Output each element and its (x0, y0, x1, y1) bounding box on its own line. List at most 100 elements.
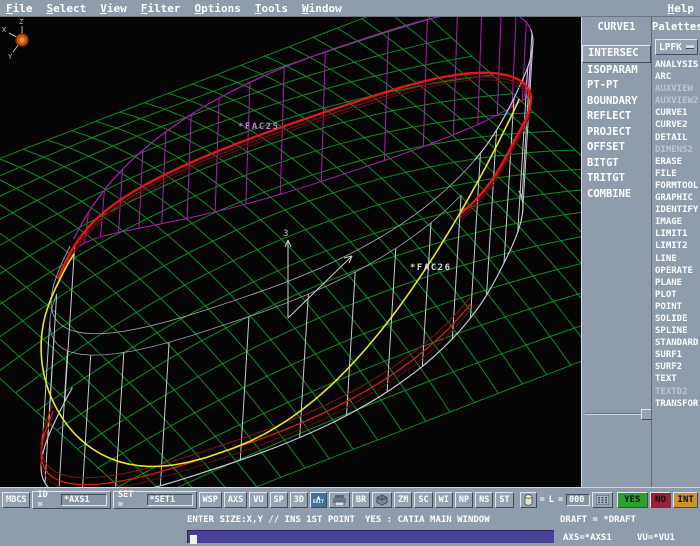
exit-label: EXIT (313, 500, 324, 505)
menu-bar: File Select View Filter Options Tools Window H… (0, 0, 700, 17)
no-button[interactable]: NO (650, 492, 672, 508)
3d-button[interactable]: 3D (290, 492, 308, 508)
palette-textd2[interactable]: TEXTD2 (652, 386, 700, 398)
bottom-toolbar: MBCS ID = *AXS1 SET = *SET1 WSP AXS VU S… (0, 487, 700, 512)
palette-selector-value: LPFK (659, 42, 682, 53)
palette-limit1[interactable]: LIMIT1 (652, 228, 700, 240)
palette-plane[interactable]: PLANE (652, 277, 700, 289)
function-offset[interactable]: OFFSET (582, 140, 651, 156)
function-reflect[interactable]: REFLECT (582, 109, 651, 125)
mbcs-button[interactable]: MBCS (2, 492, 30, 508)
function-bitgt[interactable]: BITGT (582, 156, 651, 172)
l-eq-label: = (557, 495, 564, 505)
set-field[interactable]: *SET1 (147, 494, 193, 506)
function-tritgt[interactable]: TRITGT (582, 171, 651, 187)
palette-arc[interactable]: ARC (652, 71, 700, 83)
menu-view[interactable]: View (100, 2, 127, 15)
palette-detail[interactable]: DETAIL (652, 132, 700, 144)
viewport-3d[interactable]: 3ZXY *FAC25 *FAC26 (0, 17, 581, 487)
st-button[interactable]: ST (495, 492, 513, 508)
menu-help[interactable]: Help (668, 2, 695, 15)
face-label-fac25[interactable]: *FAC25 (238, 122, 280, 132)
menu-items: File Select View Filter Options Tools Window (6, 2, 342, 15)
l-label: L (548, 495, 555, 505)
print-button[interactable] (329, 492, 350, 508)
panel-sash[interactable] (585, 413, 641, 415)
window-label: YES : CATIA MAIN WINDOW (365, 515, 490, 525)
palette-solide[interactable]: SOLIDE (652, 313, 700, 325)
layer-eq-label: = (539, 495, 546, 505)
menu-tools[interactable]: Tools (255, 2, 288, 15)
palette-auxview[interactable]: AUXVIEW (652, 83, 700, 95)
br-button[interactable]: BR (352, 492, 370, 508)
palette-plot[interactable]: PLOT (652, 289, 700, 301)
palette-analysis[interactable]: ANALYSIS (652, 59, 700, 71)
id-label: ID = (36, 490, 58, 510)
menu-options[interactable]: Options (195, 2, 241, 15)
cylinder-icon (524, 494, 533, 506)
iso-view-button[interactable] (372, 492, 392, 508)
option-menu-dash-icon (686, 45, 694, 49)
exit-button[interactable]: ▲ EXIT (310, 492, 327, 508)
palette-spline[interactable]: SPLINE (652, 325, 700, 337)
function-panel-title: CURVE1 (582, 21, 651, 33)
layer-value-field[interactable]: 000 (566, 494, 590, 506)
palette-file[interactable]: FILE (652, 168, 700, 180)
wsp-button[interactable]: WSP (199, 492, 222, 508)
palette-standard[interactable]: STANDARD (652, 337, 700, 349)
function-combine[interactable]: COMBINE (582, 187, 651, 203)
text-cursor (190, 535, 197, 544)
sp-button[interactable]: SP (270, 492, 288, 508)
menu-filter[interactable]: Filter (141, 2, 181, 15)
menu-select[interactable]: Select (47, 2, 87, 15)
menu-window[interactable]: Window (302, 2, 342, 15)
palette-curve2[interactable]: CURVE2 (652, 119, 700, 131)
np-button[interactable]: NP (455, 492, 473, 508)
ns-button[interactable]: NS (475, 492, 493, 508)
yes-button[interactable]: YES (617, 492, 648, 508)
palette-point[interactable]: POINT (652, 301, 700, 313)
int-button[interactable]: INT (673, 492, 698, 508)
menu-file[interactable]: File (6, 2, 33, 15)
palette-auxview2[interactable]: AUXVIEW2 (652, 95, 700, 107)
set-group: SET = *SET1 (113, 491, 197, 509)
palette-limit2[interactable]: LIMIT2 (652, 240, 700, 252)
function-pt-pt[interactable]: PT-PT (582, 78, 651, 94)
palette-text[interactable]: TEXT (652, 373, 700, 385)
palette-erase[interactable]: ERASE (652, 156, 700, 168)
sc-button[interactable]: SC (414, 492, 432, 508)
palette-transfor[interactable]: TRANSFOR (652, 398, 700, 410)
axs-button[interactable]: AXS (224, 492, 247, 508)
wi-button[interactable]: WI (435, 492, 453, 508)
palette-identify[interactable]: IDENTIFY (652, 204, 700, 216)
palette-formtool[interactable]: FORMTOOL (652, 180, 700, 192)
axis-3-label: 3 (283, 229, 288, 239)
side-panel: CURVE1 INTERSECISOPARAMPT-PTBOUNDARYREFL… (581, 17, 700, 487)
palette-operate[interactable]: OPERATE (652, 265, 700, 277)
palette-selector-dropdown[interactable]: LPFK (655, 39, 698, 55)
keypad-button[interactable] (592, 492, 613, 508)
function-panel: CURVE1 INTERSECISOPARAMPT-PTBOUNDARYREFL… (582, 17, 651, 487)
face-label-fac26[interactable]: *FAC26 (410, 263, 452, 273)
palette-image[interactable]: IMAGE (652, 216, 700, 228)
palette-surf1[interactable]: SURF1 (652, 349, 700, 361)
zm-button[interactable]: ZM (394, 492, 412, 508)
function-isoparam[interactable]: ISOPARAM (582, 63, 651, 79)
palette-curve1[interactable]: CURVE1 (652, 107, 700, 119)
menu-help: Help (668, 2, 695, 15)
function-intersec[interactable]: INTERSEC (582, 45, 651, 63)
catia-window: File Select View Filter Options Tools Window H… (0, 0, 700, 546)
command-input[interactable] (187, 530, 554, 543)
palette-line[interactable]: LINE (652, 253, 700, 265)
layer-button[interactable] (520, 492, 537, 508)
palette-graphic[interactable]: GRAPHIC (652, 192, 700, 204)
vu-button[interactable]: VU (249, 492, 267, 508)
input-row: AXS=*AXS1 VU=*VU1 (0, 529, 700, 546)
palettes-panel: Palettes: LPFK ANALYSISARCAUXVIEWAUXVIEW… (651, 17, 700, 487)
cube-icon (376, 494, 388, 506)
palette-dimens2[interactable]: DIMENS2 (652, 144, 700, 156)
id-field[interactable]: *AXS1 (61, 494, 107, 506)
palette-surf2[interactable]: SURF2 (652, 361, 700, 373)
function-boundary[interactable]: BOUNDARY (582, 94, 651, 110)
function-project[interactable]: PROJECT (582, 125, 651, 141)
